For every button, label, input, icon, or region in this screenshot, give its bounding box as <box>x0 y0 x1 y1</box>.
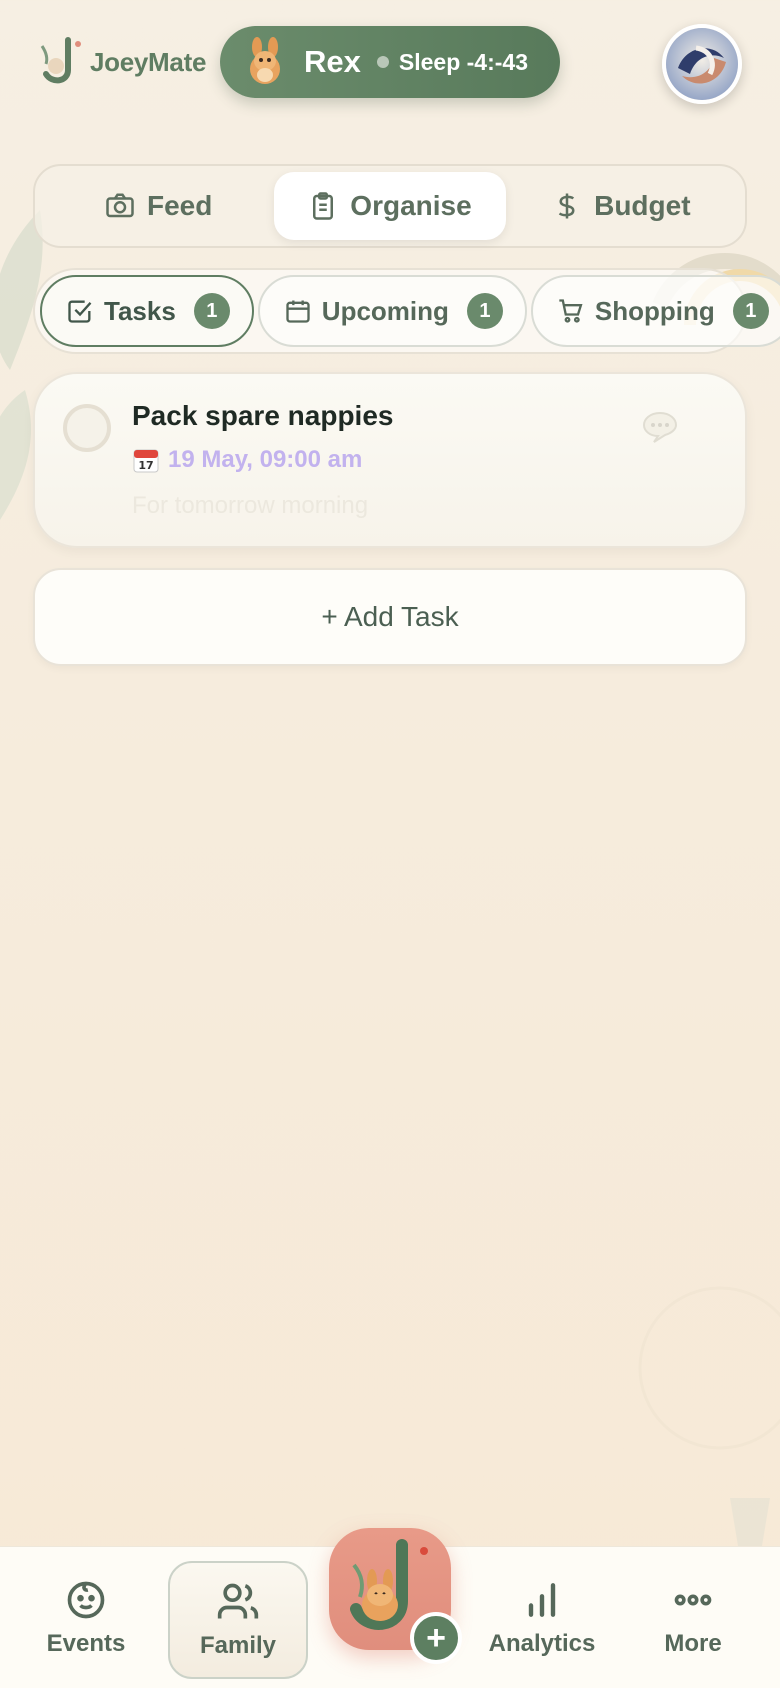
tab-label: Budget <box>594 190 691 221</box>
users-icon <box>217 1583 259 1619</box>
app-header: JoeyMate Rex Sleep -4:-43 <box>0 0 780 130</box>
task-title: Pack spare nappies <box>132 400 394 431</box>
baby-selector[interactable]: Rex Sleep -4:-43 <box>220 26 560 98</box>
dollar-icon <box>558 193 575 219</box>
tab-feed[interactable]: Feed <box>43 172 274 240</box>
tab-budget[interactable]: Budget <box>506 172 737 240</box>
tab-label: Organise <box>350 190 472 221</box>
app-name: JoeyMate <box>90 46 207 77</box>
clipboard-icon <box>313 192 334 220</box>
subtab-upcoming[interactable]: Upcoming 1 <box>257 275 527 347</box>
subtab-label: Upcoming <box>321 295 449 326</box>
task-note: For tomorrow morning <box>132 492 369 519</box>
task-date-text: 19 May, 09:00 am <box>168 446 363 473</box>
kangaroo-avatar-icon <box>250 37 280 84</box>
abstract-avatar-icon <box>666 28 738 100</box>
status-dot <box>376 56 389 68</box>
baby-name: Rex <box>304 44 361 79</box>
background-decoration-icon <box>638 1286 780 1558</box>
calendar-emoji-icon: 17 <box>133 449 159 473</box>
camera-icon <box>106 193 134 218</box>
add-task-button[interactable]: + Add Task <box>33 568 747 666</box>
main-tab-bar: Feed Organise Budget <box>33 164 747 248</box>
count-badge: 1 <box>466 293 503 329</box>
count-badge: 1 <box>732 293 769 329</box>
nav-analytics[interactable]: Analytics <box>486 1547 598 1688</box>
nav-family[interactable]: Family <box>168 1561 308 1679</box>
app-logo[interactable]: JoeyMate <box>38 36 206 88</box>
subtab-label: Tasks <box>104 295 176 326</box>
nav-more[interactable]: More <box>646 1547 740 1688</box>
cart-icon <box>559 299 583 323</box>
count-badge: 1 <box>193 293 230 329</box>
baby-face-icon <box>67 1581 105 1619</box>
subtab-tasks[interactable]: Tasks 1 <box>40 275 254 347</box>
subtab-shopping[interactable]: Shopping 1 <box>530 275 780 347</box>
svg-text:17: 17 <box>138 459 153 472</box>
checkbox-icon <box>68 300 92 323</box>
tab-organise[interactable]: Organise <box>274 172 506 240</box>
nav-events[interactable]: Events <box>36 1547 136 1688</box>
comment-icon[interactable] <box>641 410 679 444</box>
bar-chart-icon <box>528 1583 556 1617</box>
nav-label: Events <box>46 1630 126 1657</box>
profile-avatar[interactable] <box>662 24 742 104</box>
nav-label: Family <box>199 1632 277 1659</box>
nav-label: More <box>664 1630 722 1657</box>
more-dots-icon <box>674 1594 712 1606</box>
tab-label: Feed <box>146 190 213 221</box>
subtab-label: Shopping <box>594 295 715 326</box>
kangaroo-logo-icon <box>40 37 81 84</box>
sub-tab-bar: Tasks 1 Upcoming 1 Shopping 1 <box>33 268 780 354</box>
task-card[interactable]: Pack spare nappies 17 19 May, 09:00 am F… <box>33 372 747 548</box>
sleep-status: Sleep -4:-43 <box>398 48 528 75</box>
task-due-date: 17 19 May, 09:00 am <box>132 446 362 474</box>
plus-icon[interactable]: + <box>410 1612 462 1664</box>
calendar-icon <box>286 300 310 323</box>
nav-label: Analytics <box>488 1630 596 1657</box>
task-complete-checkbox[interactable] <box>63 404 111 452</box>
